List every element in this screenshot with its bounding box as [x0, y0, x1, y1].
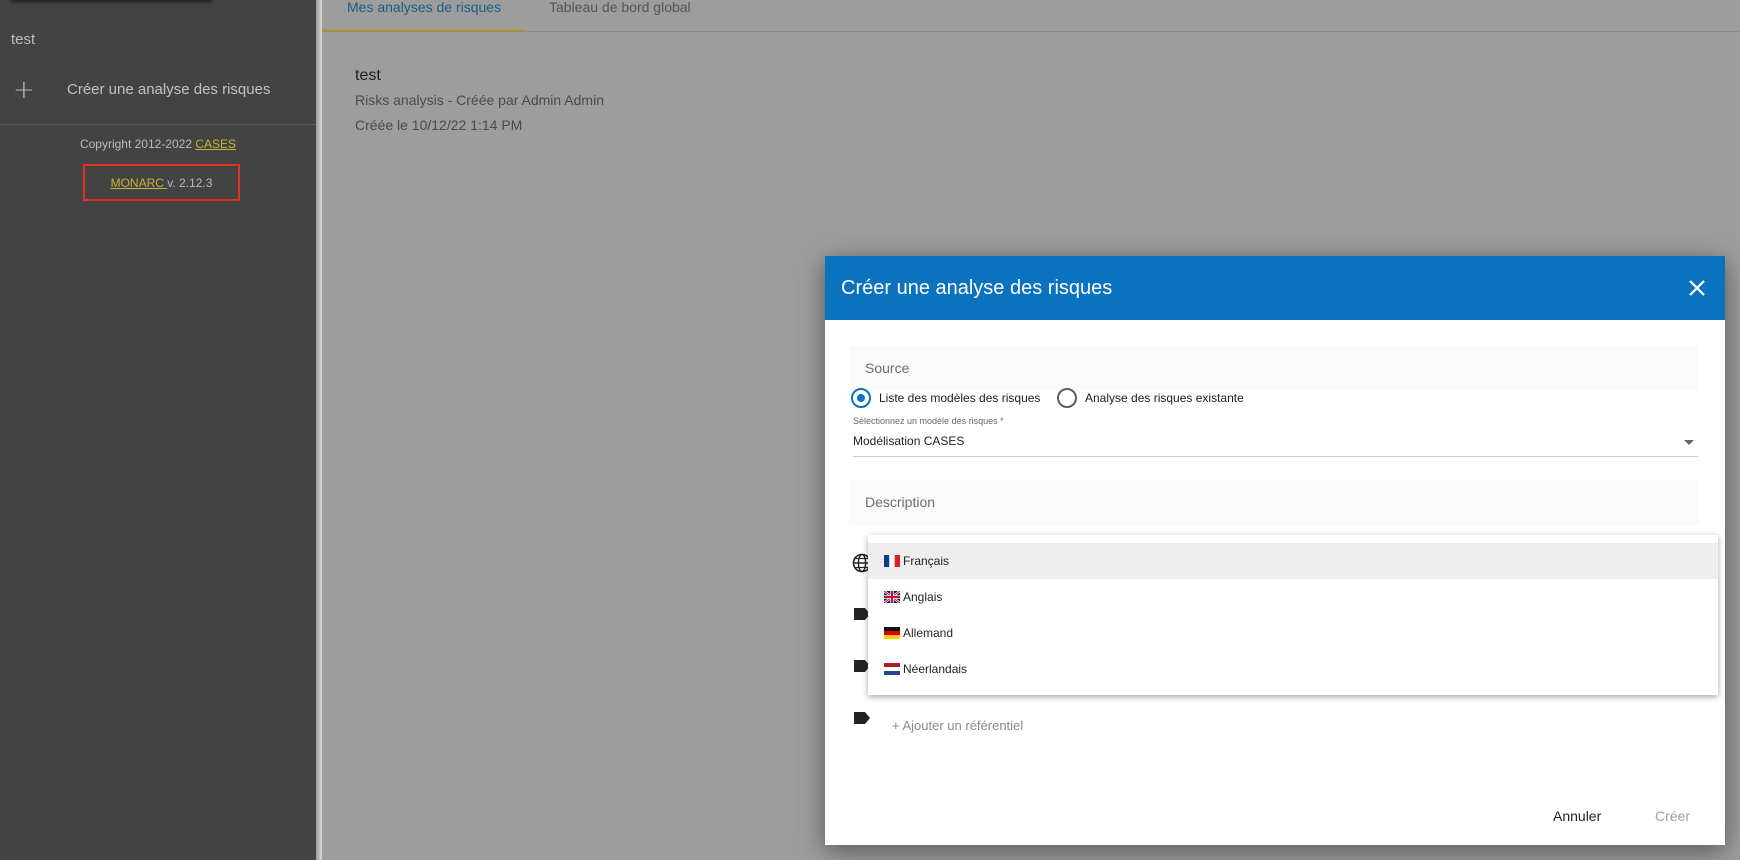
radio-circle [851, 388, 871, 408]
tab-my-analyses[interactable]: Mes analyses de risques [322, 0, 525, 31]
cancel-button[interactable]: Annuler [1553, 808, 1601, 824]
flag-gb-icon [884, 591, 900, 603]
tab-my-analyses-label: Mes analyses de risques [347, 0, 502, 15]
language-option-fr[interactable]: Français [868, 543, 1718, 579]
sidebar-create-analysis[interactable]: + Créer une analyse des risques [0, 72, 316, 108]
analysis-created-date: Créée le 10/12/22 1:14 PM [355, 117, 523, 133]
dialog-title: Créer une analyse des risques [841, 277, 1113, 299]
version-text: MONARC v. 2.12.3 [85, 176, 238, 190]
close-icon[interactable] [1686, 277, 1708, 299]
flag-nl-icon [884, 663, 900, 675]
analysis-card[interactable]: test Risks analysis - Créée par Admin Ad… [355, 67, 604, 133]
tag-icon [854, 712, 870, 724]
model-select-label: Sélectionnez un modèle des risques * [853, 416, 1004, 426]
monarc-link[interactable]: MONARC [111, 176, 168, 190]
analysis-subtitle: Risks analysis - Créée par Admin Admin [355, 92, 604, 108]
language-option-nl[interactable]: Néerlandais [868, 651, 1718, 687]
language-option-gb[interactable]: Anglais [868, 579, 1718, 615]
model-select[interactable]: Modélisation CASES [853, 434, 1698, 457]
create-button[interactable]: Créer [1655, 808, 1690, 824]
language-label: Néerlandais [903, 662, 968, 676]
source-title: Source [865, 360, 910, 376]
sidebar-create-label: Créer une analyse des risques [67, 81, 271, 98]
version-number: v. 2.12.3 [167, 176, 213, 190]
sidebar-item-anr[interactable]: test [11, 31, 35, 48]
cases-link[interactable]: CASES [195, 137, 236, 151]
version-highlight-box: MONARC v. 2.12.3 [83, 164, 240, 201]
copyright-prefix: Copyright 2012-2022 [79, 137, 196, 151]
tab-global-dashboard[interactable]: Tableau de bord global [549, 0, 729, 31]
radio-models-label: Liste des modèles des risques [879, 391, 1041, 405]
sidebar-divider [0, 124, 316, 125]
sidebar: test + Créer une analyse des risques Cop… [0, 0, 316, 860]
add-referential-link[interactable]: + Ajouter un référentiel [892, 718, 1023, 733]
description-section: Description [849, 480, 1699, 525]
language-label: Anglais [903, 590, 943, 604]
model-select-value: Modélisation CASES [853, 434, 965, 448]
language-dropdown-menu: Français Anglais Allemand Néerlandais [868, 535, 1718, 695]
radio-existing-label: Analyse des risques existante [1085, 391, 1244, 405]
radio-circle [1057, 388, 1077, 408]
copyright-text: Copyright 2012-2022 CASES [0, 137, 316, 151]
flag-fr-icon [884, 555, 900, 567]
source-section: Source [849, 346, 1699, 391]
language-option-de[interactable]: Allemand [868, 615, 1718, 651]
language-label: Allemand [903, 626, 954, 640]
create-analysis-dialog: Créer une analyse des risques Source Lis… [825, 256, 1725, 845]
tab-bar: Mes analyses de risques Tableau de bord … [322, 0, 1740, 32]
description-title: Description [865, 494, 936, 510]
caret-down-icon [1684, 440, 1694, 445]
language-label: Français [903, 554, 950, 568]
analysis-name: test [355, 67, 381, 84]
dialog-header: Créer une analyse des risques [825, 256, 1725, 320]
plus-icon: + [13, 75, 35, 105]
flag-de-icon [884, 627, 900, 639]
tab-global-dashboard-label: Tableau de bord global [549, 0, 691, 15]
